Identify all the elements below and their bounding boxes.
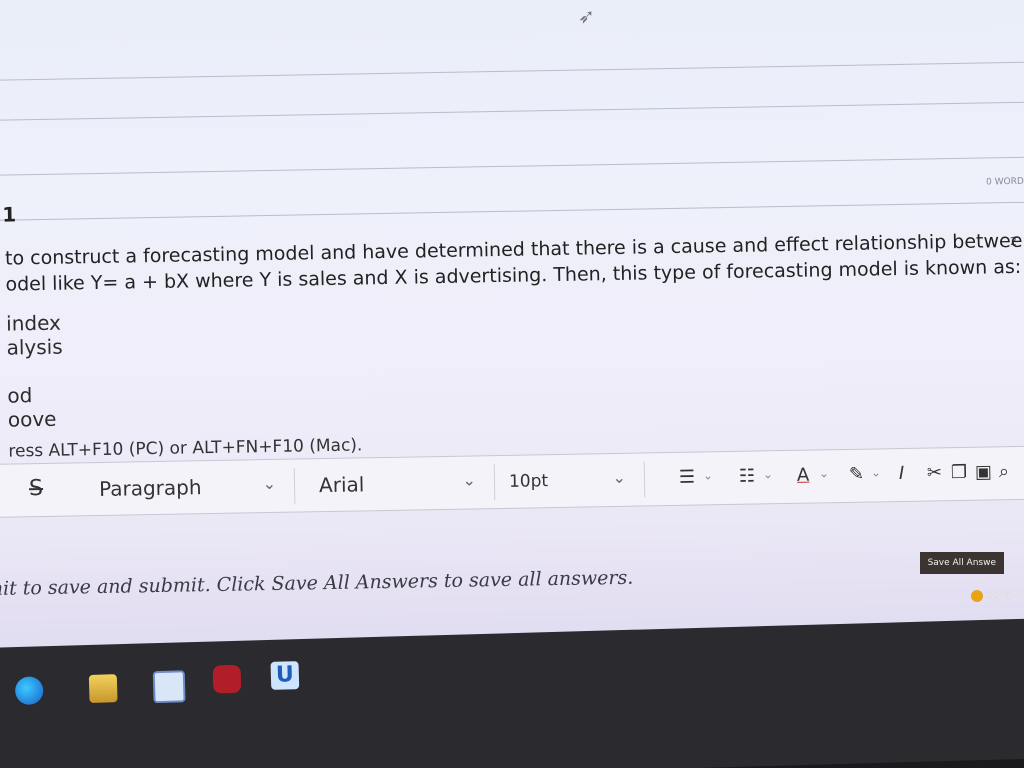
save-all-answers-button[interactable]: Save All Answe [919, 552, 1004, 574]
question-number: 1 [2, 202, 17, 227]
temperature-label: 22°C [987, 590, 1012, 602]
option-text[interactable]: od [7, 383, 32, 407]
font-size-select[interactable]: 10pt ⌄ [508, 461, 646, 500]
highlight-icon[interactable]: ✎ [849, 464, 864, 485]
option-text[interactable]: alysis [6, 335, 62, 360]
paragraph-select-value: Paragraph [98, 475, 202, 501]
submit-instructions: nit to save and submit. Click Save All A… [0, 566, 634, 600]
font-select[interactable]: Arial ⌄ [318, 464, 496, 504]
font-select-value: Arial [318, 472, 365, 498]
copy-icon[interactable]: ❐ [951, 462, 968, 483]
chevron-down-icon: ⌄ [262, 473, 277, 494]
chevron-down-icon: ⌄ [612, 467, 627, 488]
option-text[interactable]: oove [8, 407, 57, 432]
file-explorer-icon[interactable] [88, 674, 118, 703]
u-app-icon[interactable]: U [270, 661, 300, 690]
weather-widget[interactable]: 22°C [971, 590, 1012, 602]
app-icon[interactable] [212, 664, 242, 694]
bullet-list-icon[interactable]: ☰ [679, 467, 696, 488]
strikethrough-label: S [28, 475, 44, 502]
u-app-label: U [275, 662, 295, 688]
edge-icon[interactable] [14, 676, 44, 706]
divider [0, 156, 1024, 176]
chevron-down-icon[interactable]: ⌄ [819, 466, 829, 480]
divider [0, 201, 1024, 221]
option-text[interactable]: index [6, 311, 61, 336]
paragraph-select[interactable]: Paragraph ⌄ [98, 467, 296, 507]
font-size-select-value: 10pt [508, 471, 549, 492]
divider [0, 61, 1024, 81]
search-icon[interactable]: ⌕ [999, 461, 1009, 482]
paste-icon[interactable]: ▣ [975, 461, 992, 482]
photo-stage: 1 0 WORD 2 to construct a forecasting mo… [0, 0, 1024, 768]
weather-icon [971, 590, 984, 602]
chevron-down-icon[interactable]: ⌄ [763, 467, 773, 481]
clear-format-icon[interactable]: I [899, 463, 905, 484]
text-color-icon[interactable]: A [797, 465, 810, 486]
cut-icon[interactable]: ✂ [927, 462, 942, 483]
mouse-cursor-icon: ➶ [578, 4, 595, 28]
store-icon[interactable] [152, 670, 186, 704]
browser-screen: 1 0 WORD 2 to construct a forecasting mo… [0, 0, 1024, 690]
numbered-list-icon[interactable]: ☷ [739, 466, 756, 487]
chevron-down-icon: ⌄ [462, 470, 477, 490]
chevron-down-icon[interactable]: ⌄ [703, 468, 713, 482]
strikethrough-button[interactable]: S [29, 476, 43, 501]
chevron-down-icon[interactable]: ⌄ [871, 465, 881, 479]
divider [0, 101, 1024, 121]
word-count: 0 WORD [986, 176, 1024, 188]
